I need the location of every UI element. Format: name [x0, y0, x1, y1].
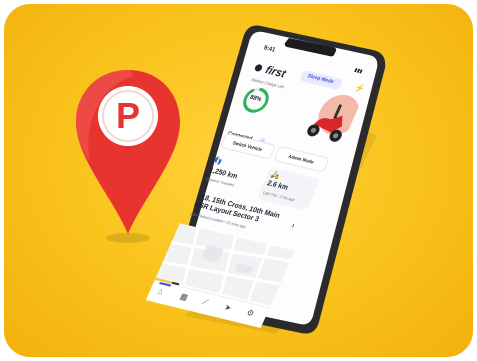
- status-time: 9:41: [262, 45, 277, 54]
- yellow-background: P 9:41 ▮▮▮ first Sleep Mode ⚡ Battery Ch…: [4, 4, 473, 357]
- chart-icon[interactable]: ⟋: [200, 297, 210, 308]
- distance-card: 👣 1,250 km Distance Traveled: [203, 156, 264, 197]
- status-icons: ▮▮▮: [353, 67, 364, 75]
- sleep-mode-button[interactable]: Sleep Mode: [298, 69, 345, 91]
- last-trip-value: 2.6 km: [265, 179, 290, 192]
- chevron-right-icon: ›: [290, 220, 297, 230]
- footsteps-icon: 👣: [212, 157, 224, 167]
- scooter-icon: 🛵: [269, 171, 281, 180]
- bolt-icon[interactable]: ⚡: [353, 83, 366, 94]
- home-icon[interactable]: ⌂: [156, 286, 164, 296]
- parking-letter-glyph: P: [115, 95, 140, 136]
- settings-icon[interactable]: ⚙: [245, 308, 256, 318]
- last-trip-label: Last Trip · 2 hrs ago: [262, 190, 296, 203]
- last-trip-card: 🛵 2.6 km Last Trip · 2 hrs ago: [256, 167, 321, 211]
- brand-dot-icon: [253, 63, 264, 73]
- admin-mode-button[interactable]: Admin Mode: [273, 145, 330, 173]
- dashboard-icon[interactable]: ▦: [178, 292, 189, 302]
- battery-gauge: 88%: [238, 85, 273, 116]
- navigate-icon[interactable]: ➤: [223, 303, 233, 313]
